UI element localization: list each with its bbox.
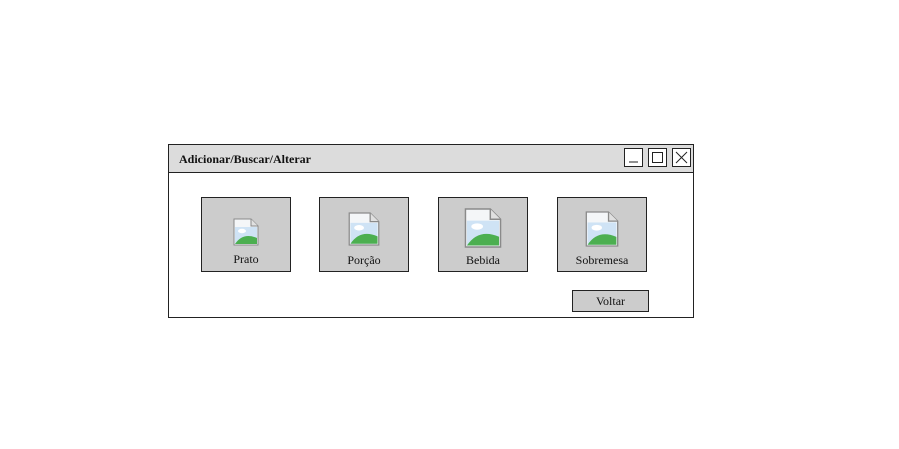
tile-bebida[interactable]: Bebida: [438, 197, 528, 272]
maximize-button[interactable]: [648, 148, 667, 167]
close-button[interactable]: [672, 148, 691, 167]
back-button[interactable]: Voltar: [572, 290, 649, 312]
minimize-icon: [629, 161, 638, 163]
tile-label-sobremesa: Sobremesa: [575, 253, 629, 267]
maximize-icon: [652, 152, 663, 163]
window-titlebar[interactable]: Adicionar/Buscar/Alterar: [169, 145, 693, 173]
tile-sobremesa[interactable]: Sobremesa: [557, 197, 647, 272]
tile-label-bebida: Bebida: [466, 253, 500, 267]
window-title: Adicionar/Buscar/Alterar: [179, 152, 311, 166]
image-placeholder-icon: [464, 208, 502, 248]
close-icon: [675, 151, 688, 164]
image-placeholder-icon: [348, 212, 380, 246]
tile-porcao[interactable]: Porção: [319, 197, 409, 272]
tile-label-prato: Prato: [233, 252, 259, 266]
dialog-window: Adicionar/Buscar/Alterar Prato Porção Be…: [168, 144, 694, 318]
minimize-button[interactable]: [624, 148, 643, 167]
image-placeholder-icon: [585, 211, 619, 247]
tile-label-porcao: Porção: [347, 253, 381, 267]
tile-prato[interactable]: Prato: [201, 197, 291, 272]
image-placeholder-icon: [233, 218, 259, 246]
